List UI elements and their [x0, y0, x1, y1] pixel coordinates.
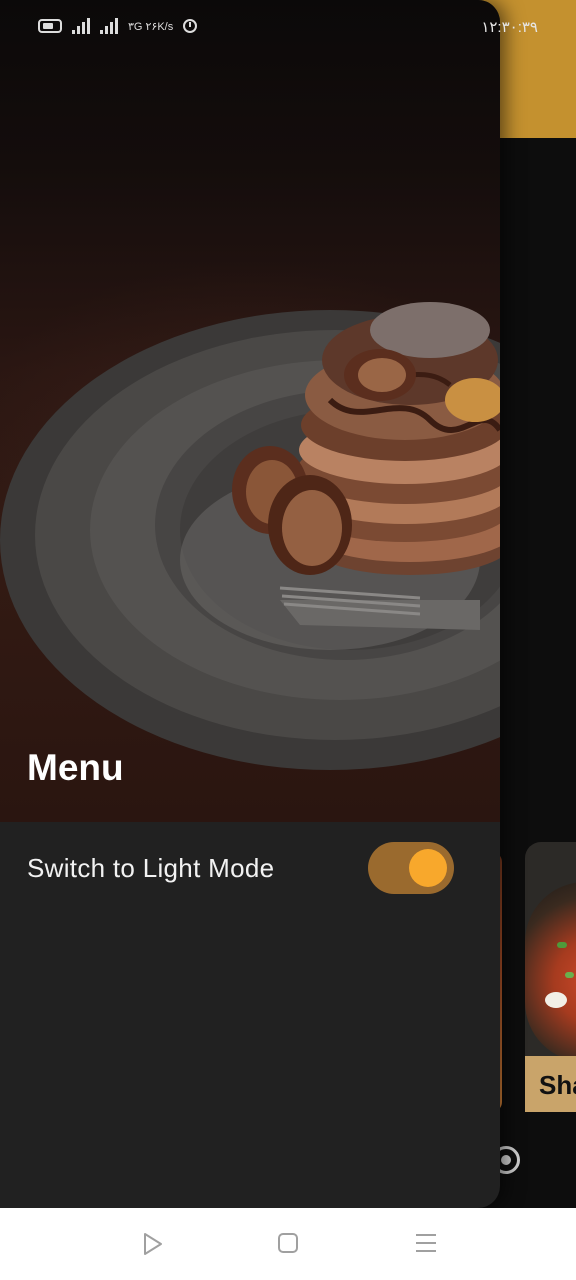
back-icon[interactable] — [142, 1232, 164, 1256]
alarm-icon — [183, 19, 198, 33]
pancake-stack-image — [0, 302, 500, 770]
light-mode-menu-item[interactable]: Switch to Light Mode — [0, 822, 500, 914]
status-time: ۱۲:۳۰:۳۹ — [481, 19, 538, 36]
network-speed: ۳G ۲۶K/s — [128, 20, 174, 33]
system-nav-bar — [0, 1208, 576, 1280]
signal-icon — [100, 18, 118, 34]
recipe-card-title: Sha — [525, 1056, 576, 1112]
toggle-thumb — [409, 849, 447, 887]
drawer-title: Menu — [27, 747, 124, 788]
signal-icon — [72, 18, 90, 34]
light-mode-toggle[interactable] — [368, 842, 454, 894]
battery-icon — [38, 19, 62, 33]
drawer-header: Menu — [0, 0, 500, 822]
status-bar: ۳G ۲۶K/s ۱۲:۳۰:۳۹ — [0, 0, 576, 60]
recipe-card: Sha — [525, 842, 576, 1112]
light-mode-label: Switch to Light Mode — [27, 853, 275, 883]
status-icons: ۳G ۲۶K/s — [38, 18, 198, 34]
home-icon[interactable] — [278, 1233, 298, 1253]
navigation-drawer: Menu Switch to Light Mode — [0, 0, 500, 1208]
recents-icon[interactable] — [416, 1234, 436, 1254]
